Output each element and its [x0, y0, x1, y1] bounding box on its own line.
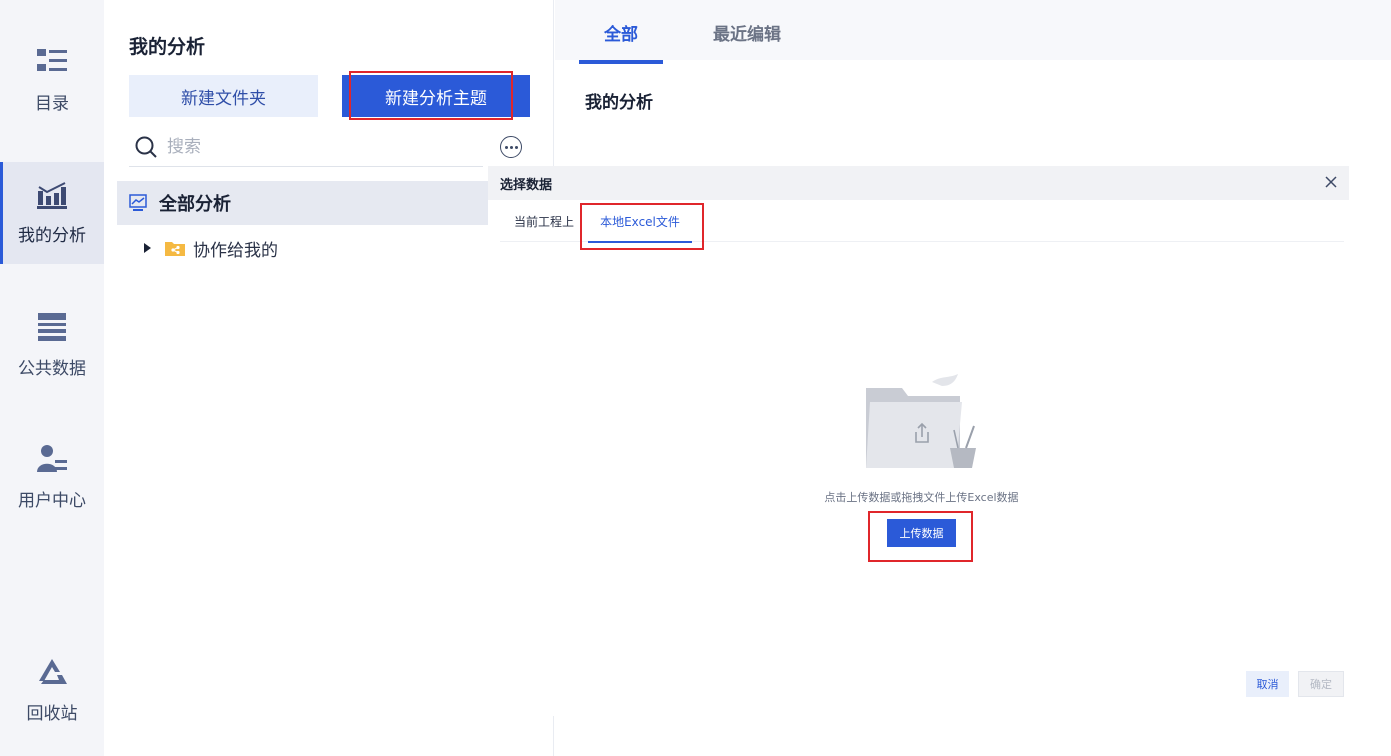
close-icon[interactable] [1323, 174, 1339, 190]
rail-item-catalog[interactable]: 目录 [0, 30, 104, 132]
rail-label-user-center: 用户中心 [18, 490, 86, 511]
new-folder-button[interactable]: 新建文件夹 [129, 75, 318, 117]
more-options-icon[interactable] [500, 136, 522, 158]
rail-label-catalog: 目录 [35, 93, 69, 114]
tab-local-excel[interactable]: 本地Excel文件 [588, 200, 692, 243]
tree-item-shared-with-me[interactable]: 协作给我的 [144, 234, 278, 262]
main-tab-bar [555, 0, 1391, 60]
user-icon [37, 444, 67, 472]
dialog-header: 选择数据 [488, 166, 1349, 200]
tab-all[interactable]: 全部 [579, 0, 663, 64]
list-icon [37, 48, 67, 71]
monitor-chart-icon [129, 194, 147, 211]
bar-chart-icon [37, 181, 67, 209]
recycle-icon [39, 658, 67, 684]
select-data-dialog: 选择数据 当前工程上 本地Excel文件 点击上传数据或拖拽文件上传Excel数… [488, 166, 1349, 716]
confirm-button[interactable]: 确定 [1298, 671, 1344, 697]
rail-item-my-analysis[interactable]: 我的分析 [0, 162, 104, 264]
rail-item-recycle-bin[interactable]: 回收站 [0, 640, 104, 742]
database-icon [38, 312, 66, 341]
tab-recent-edit[interactable]: 最近编辑 [699, 0, 795, 64]
upload-folder-illustration [866, 374, 976, 468]
upload-data-button[interactable]: 上传数据 [887, 519, 956, 547]
rail-label-recycle-bin: 回收站 [26, 703, 78, 724]
tree-label-all-analysis: 全部分析 [159, 194, 231, 215]
expand-caret-icon[interactable] [144, 243, 151, 253]
rail-item-public-data[interactable]: 公共数据 [0, 294, 104, 396]
search-bar [129, 127, 483, 167]
dialog-tab-bar: 当前工程上 本地Excel文件 [500, 200, 1344, 243]
rail-label-public-data: 公共数据 [18, 358, 86, 379]
dialog-title: 选择数据 [500, 177, 553, 193]
shared-folder-icon [165, 242, 185, 256]
nav-rail: 目录 我的分析 公共数据 用户中心 回收站 [0, 0, 104, 756]
analysis-tree-panel: 我的分析 新建文件夹 新建分析主题 全部分析 协作给我的 [104, 0, 554, 756]
search-input[interactable] [167, 136, 467, 157]
tree-item-all-analysis[interactable]: 全部分析 [117, 181, 489, 225]
rail-label-my-analysis: 我的分析 [18, 225, 86, 246]
search-icon [135, 136, 157, 158]
tree-label-shared-with-me: 协作给我的 [193, 240, 278, 261]
cancel-button[interactable]: 取消 [1246, 671, 1289, 697]
upload-hint-text: 点击上传数据或拖拽文件上传Excel数据 [824, 491, 1019, 504]
main-title: 我的分析 [585, 93, 653, 113]
tab-current-project[interactable]: 当前工程上 [514, 200, 574, 242]
rail-item-user-center[interactable]: 用户中心 [0, 426, 104, 528]
new-topic-button[interactable]: 新建分析主题 [342, 75, 530, 117]
panel-title: 我的分析 [129, 36, 206, 58]
